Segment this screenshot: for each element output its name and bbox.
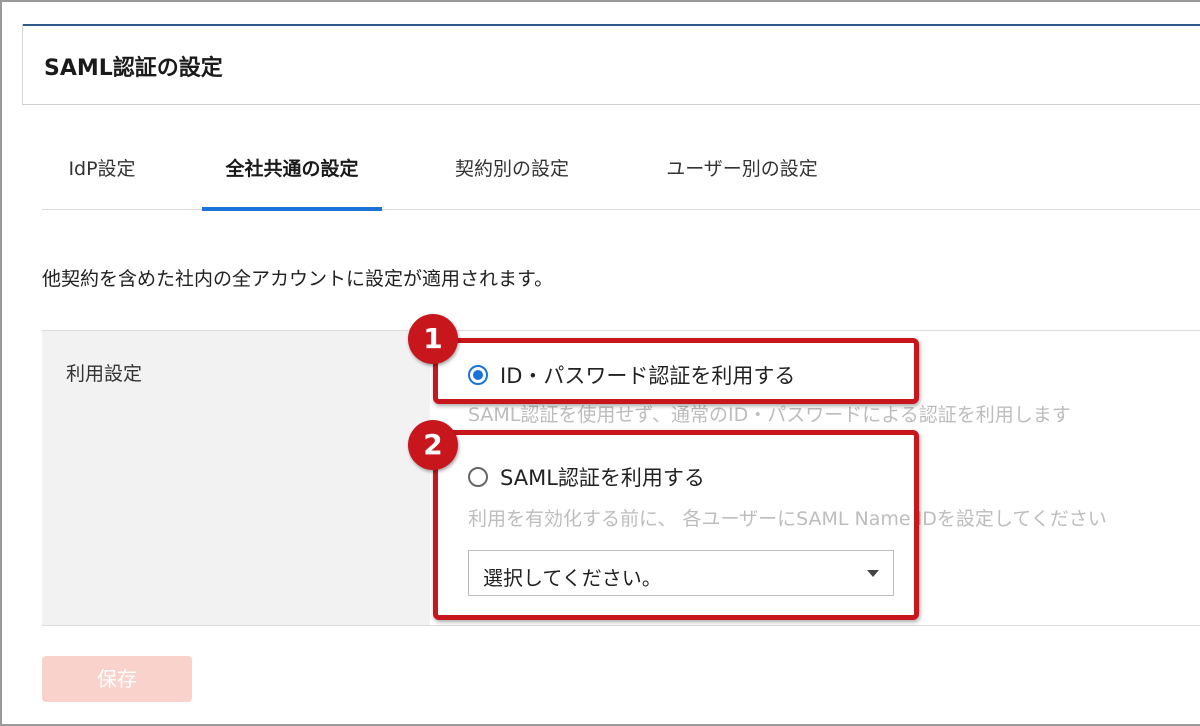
id-password-auth-hint: SAML認証を使用せず、通常のID・パスワードによる認証を利用します [468,404,1071,426]
highlight-box-1 [433,338,919,404]
step-badge-2: 2 [408,420,458,470]
save-button[interactable]: 保存 [42,656,192,702]
tab-user-settings[interactable]: ユーザー別の設定 [652,138,832,209]
tab-contract-settings[interactable]: 契約別の設定 [437,138,587,209]
tab-bar: IdP設定 全社共通の設定 契約別の設定 ユーザー別の設定 [42,138,1200,211]
header-left-rule [22,24,23,104]
page-title: SAML認証の設定 [44,56,223,81]
tab-company-wide-settings[interactable]: 全社共通の設定 [202,138,382,211]
step-badge-1: 1 [408,314,458,364]
top-accent-line [22,24,1200,26]
highlight-box-2 [433,430,919,620]
title-divider [22,104,1200,105]
usage-setting-label: 利用設定 [66,363,143,385]
window-frame: SAML認証の設定 IdP設定 全社共通の設定 契約別の設定 ユーザー別の設定 … [0,0,1200,726]
scope-description: 他契約を含めた社内の全アカウントに設定が適用されます。 [42,268,554,290]
tab-idp-settings[interactable]: IdP設定 [42,138,162,209]
